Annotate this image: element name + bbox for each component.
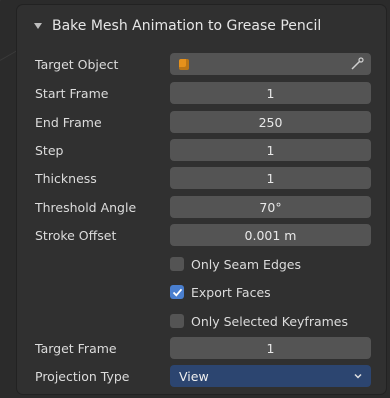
collapse-arrow-icon[interactable]: [34, 23, 42, 29]
only-seam-edges-checkbox[interactable]: [170, 257, 184, 271]
threshold-angle-field[interactable]: 70°: [170, 196, 371, 218]
thickness-label: Thickness: [35, 170, 97, 186]
only-seam-edges-row[interactable]: Only Seam Edges: [170, 253, 301, 275]
target-frame-label: Target Frame: [35, 340, 117, 356]
bake-panel: Bake Mesh Animation to Grease Pencil Tar…: [17, 5, 386, 394]
panel-header[interactable]: Bake Mesh Animation to Grease Pencil: [17, 5, 386, 47]
start-frame-field[interactable]: 1: [170, 82, 371, 104]
target-object-row: Target Object: [17, 53, 386, 75]
stroke-offset-field[interactable]: 0.001 m: [170, 224, 371, 246]
only-seam-edges-label: Only Seam Edges: [191, 256, 302, 272]
step-field[interactable]: 1: [170, 139, 371, 161]
target-frame-row: Target Frame 1: [17, 337, 386, 359]
only-selected-keyframes-label: Only Selected Keyframes: [191, 313, 349, 329]
end-frame-label: End Frame: [35, 114, 102, 130]
target-frame-field[interactable]: 1: [170, 337, 371, 359]
projection-type-select[interactable]: View: [170, 365, 371, 387]
checkmark-icon: [172, 288, 182, 297]
export-faces-row[interactable]: Export Faces: [170, 281, 271, 303]
only-selected-keyframes-row[interactable]: Only Selected Keyframes: [170, 310, 348, 332]
target-object-field[interactable]: [170, 53, 371, 75]
projection-type-value: View: [179, 368, 209, 384]
stroke-offset-row: Stroke Offset 0.001 m: [17, 224, 386, 246]
export-faces-checkbox[interactable]: [170, 285, 184, 299]
threshold-angle-row: Threshold Angle 70°: [17, 196, 386, 218]
threshold-angle-label: Threshold Angle: [35, 199, 137, 215]
panel-title: Bake Mesh Animation to Grease Pencil: [52, 18, 322, 34]
step-row: Step 1: [17, 139, 386, 161]
only-selected-keyframes-checkbox[interactable]: [170, 314, 184, 328]
stroke-offset-label: Stroke Offset: [35, 227, 117, 243]
export-faces-label: Export Faces: [191, 284, 271, 300]
projection-type-row: Projection Type View: [17, 365, 386, 387]
eyedropper-icon[interactable]: [350, 57, 364, 71]
start-frame-label: Start Frame: [35, 85, 109, 101]
end-frame-field[interactable]: 250: [170, 111, 371, 133]
projection-type-label: Projection Type: [35, 368, 130, 384]
step-label: Step: [35, 142, 64, 158]
thickness-row: Thickness 1: [17, 167, 386, 189]
end-frame-row: End Frame 250: [17, 111, 386, 133]
thickness-field[interactable]: 1: [170, 167, 371, 189]
object-icon: [179, 58, 189, 70]
start-frame-row: Start Frame 1: [17, 82, 386, 104]
chevron-down-icon: [354, 373, 362, 379]
target-object-label: Target Object: [35, 56, 119, 72]
